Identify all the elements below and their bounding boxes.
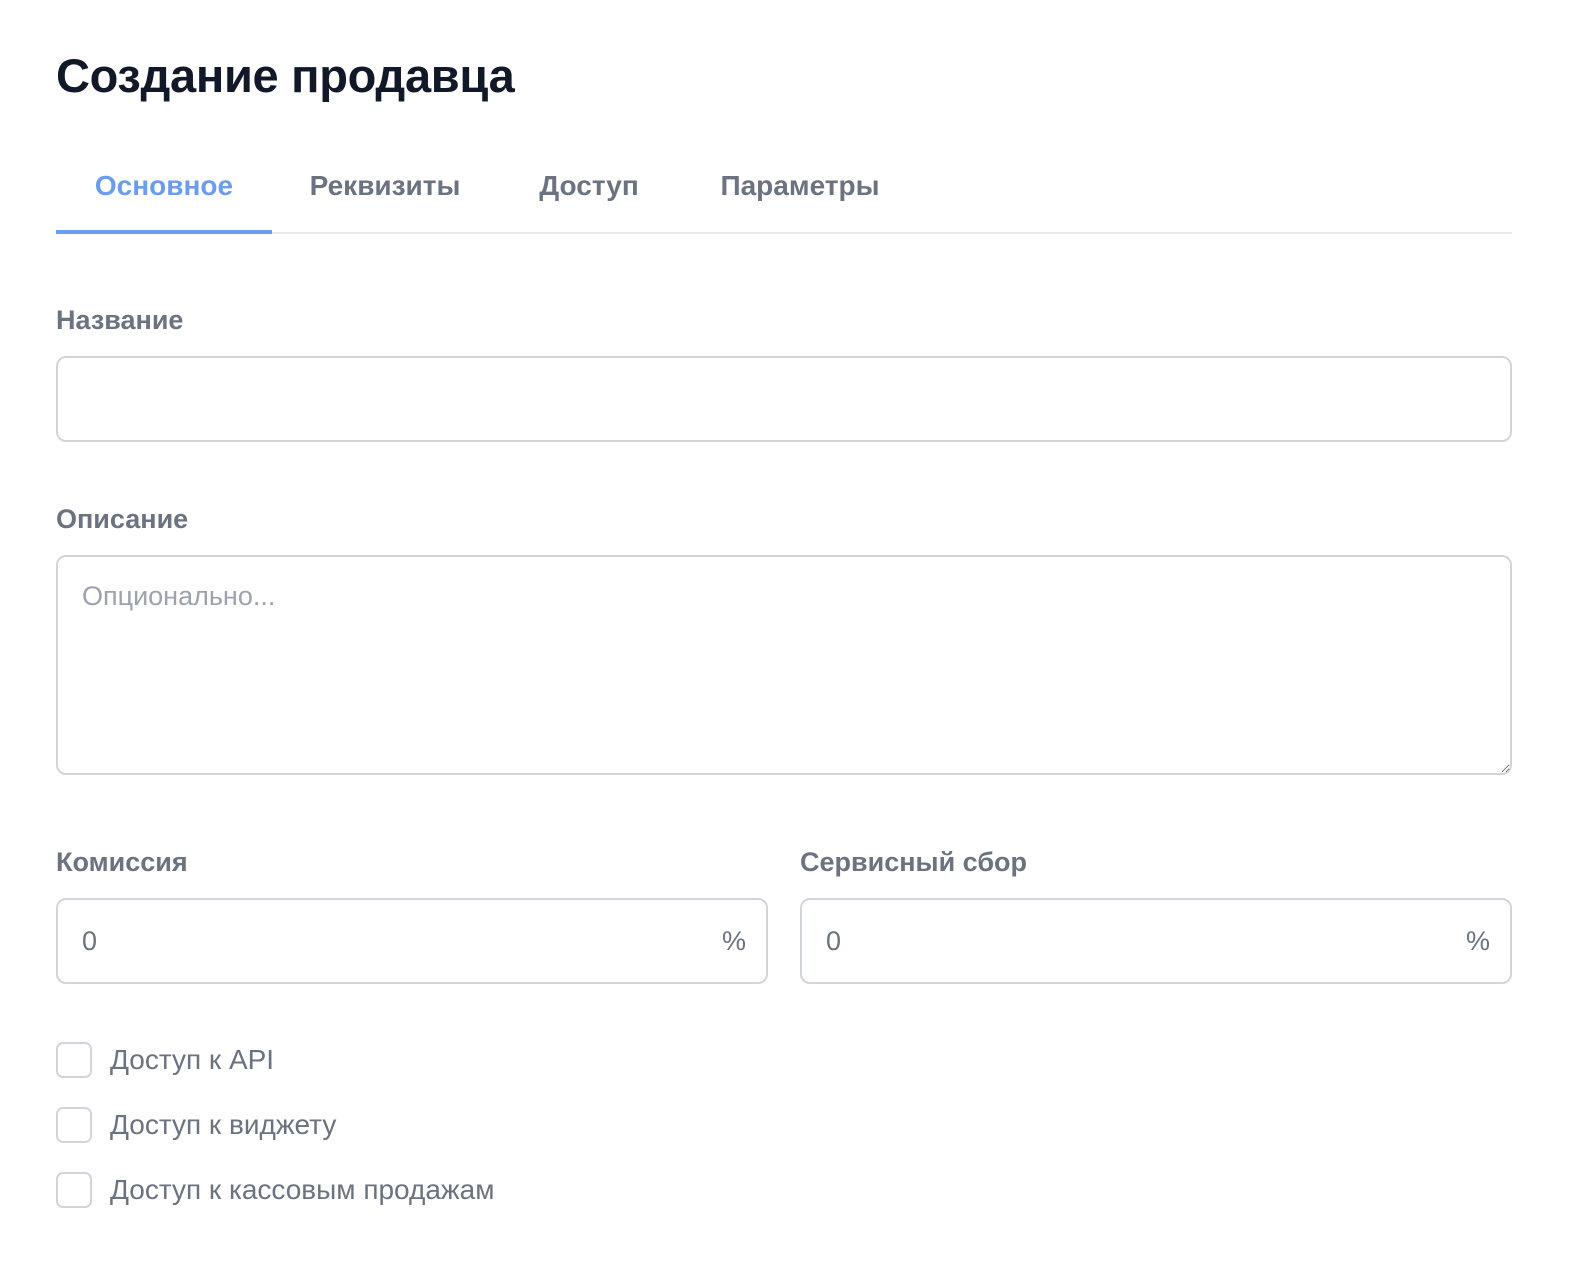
commission-field: % [56, 898, 768, 984]
service-fee-label: Сервисный сбор [800, 847, 1028, 877]
description-label: Описание [56, 504, 189, 534]
commission-label: Комиссия [56, 847, 188, 877]
tab-parameters[interactable]: Параметры [680, 160, 920, 234]
tab-main[interactable]: Основное [56, 160, 272, 234]
cash-sales-access-label: Доступ к кассовым продажам [110, 1174, 495, 1205]
description-textarea[interactable] [56, 555, 1512, 775]
tab-access[interactable]: Доступ [498, 160, 680, 234]
widget-access-checkbox[interactable] [56, 1107, 92, 1143]
page-title: Создание продавца [56, 49, 515, 102]
cash-sales-access-checkbox[interactable] [56, 1172, 92, 1208]
name-input[interactable] [56, 356, 1512, 442]
tab-bar: Основное Реквизиты Доступ Параметры [56, 160, 1512, 234]
percent-suffix: % [721, 926, 746, 956]
widget-access-label: Доступ к виджету [110, 1109, 337, 1140]
seller-create-page: Создание продавца Основное Реквизиты Дос… [0, 0, 1590, 1284]
percent-suffix: % [1465, 926, 1490, 956]
service-fee-input[interactable] [802, 900, 1510, 982]
tab-requisites[interactable]: Реквизиты [272, 160, 498, 234]
service-fee-field: % [800, 898, 1512, 984]
cash-sales-access-checkbox-row[interactable]: Доступ к кассовым продажам [56, 1170, 494, 1210]
api-access-checkbox-row[interactable]: Доступ к API [56, 1040, 274, 1080]
api-access-checkbox[interactable] [56, 1042, 92, 1078]
widget-access-checkbox-row[interactable]: Доступ к виджету [56, 1105, 336, 1145]
api-access-label: Доступ к API [110, 1044, 275, 1075]
commission-input[interactable] [58, 900, 766, 982]
name-label: Название [56, 305, 184, 335]
